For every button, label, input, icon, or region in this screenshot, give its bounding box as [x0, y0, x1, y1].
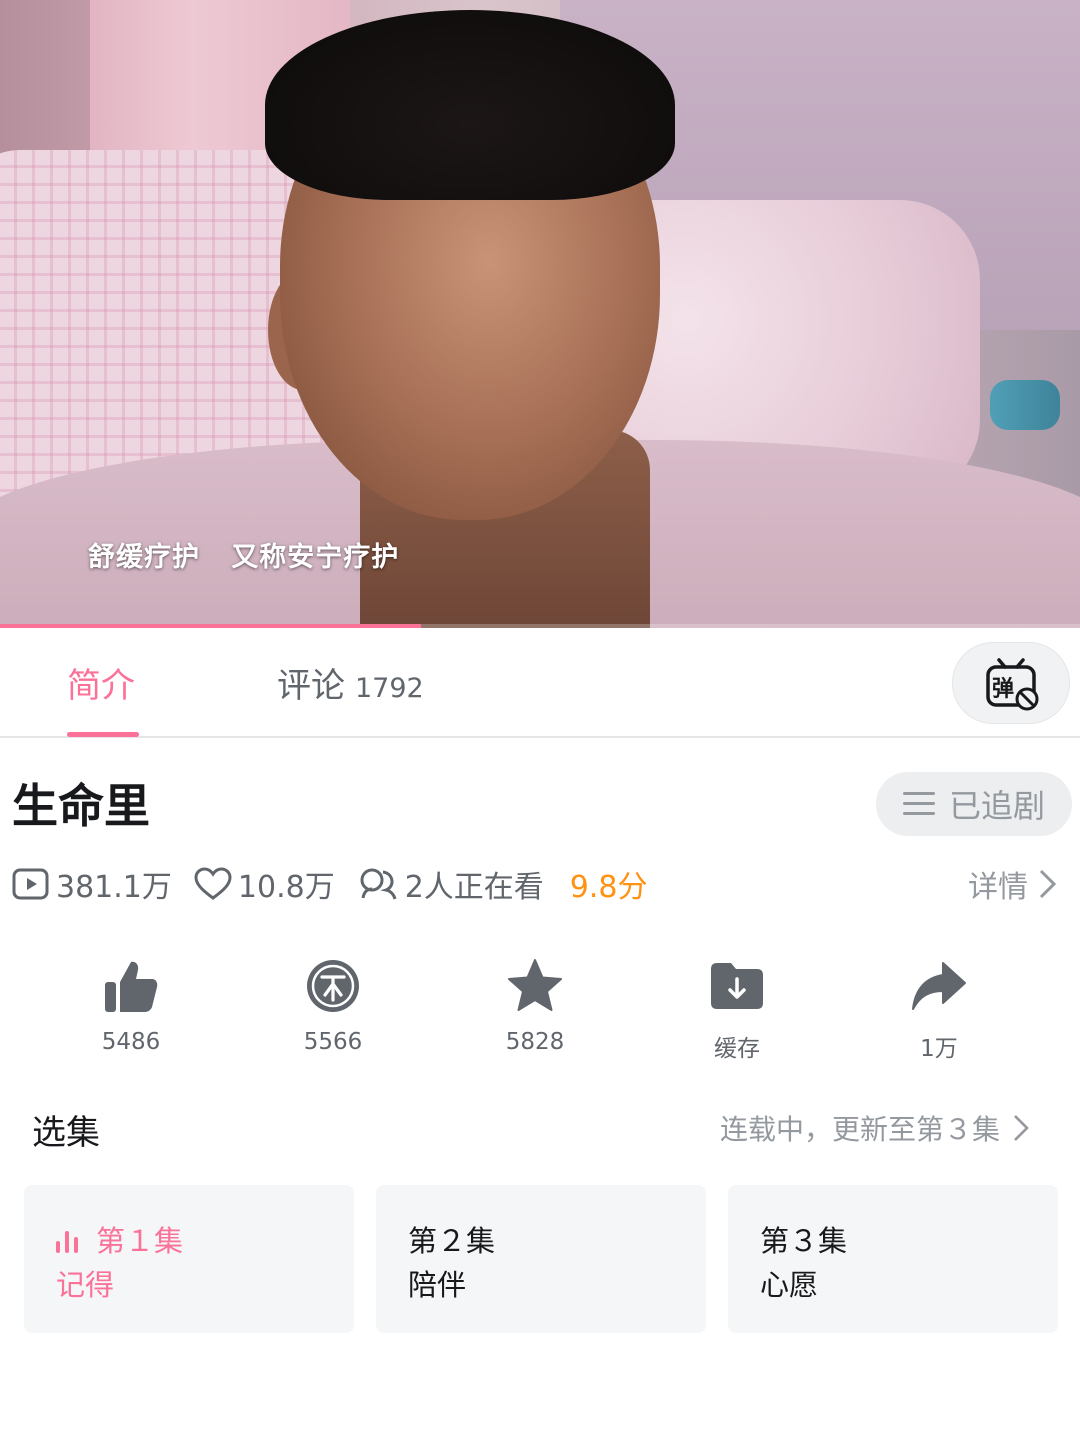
watching-stat: 2人正在看 — [357, 862, 544, 906]
episode-name: 记得 — [56, 1268, 115, 1302]
episode-name: 陪伴 — [408, 1268, 467, 1302]
episode-number: 第１集 — [96, 1224, 184, 1258]
cache-button[interactable]: 缓存 — [636, 955, 838, 1063]
viewers-icon — [360, 868, 397, 900]
episodes-status: 连载中，更新至第３集 — [719, 1113, 1000, 1146]
danmaku-toggle-button[interactable]: 弹 — [952, 642, 1070, 724]
now-playing-icon — [56, 1231, 82, 1253]
episode-number: 第３集 — [760, 1224, 848, 1258]
detail-label: 详情 — [968, 870, 1028, 905]
chevron-right-icon — [1014, 1115, 1029, 1141]
coin-icon — [307, 960, 359, 1012]
play-count-icon — [12, 868, 49, 900]
share-count: 1万 — [920, 1036, 958, 1062]
tab-comments-count: 1792 — [355, 673, 424, 704]
detail-link[interactable]: 详情 — [968, 862, 1058, 906]
follow-series-button[interactable]: 已追剧 — [876, 772, 1072, 836]
download-folder-icon — [711, 963, 763, 1009]
list-icon — [902, 792, 935, 816]
star-icon — [508, 959, 562, 1011]
tab-intro[interactable]: 简介 — [67, 658, 135, 707]
episode-number: 第２集 — [408, 1224, 496, 1258]
thumbs-up-icon — [105, 961, 158, 1012]
follow-series-label: 已追剧 — [948, 787, 1045, 825]
tab-comments[interactable]: 评论 1792 — [277, 658, 424, 707]
video-stats: 381.1万 10.8万 2人正在看 9.8分 — [12, 862, 648, 906]
share-icon — [912, 962, 966, 1010]
coin-button[interactable]: 5566 — [232, 955, 434, 1055]
episodes-status-link[interactable]: 连载中，更新至第３集 — [720, 1108, 1030, 1148]
video-subtitle: 舒缓疗护 又称安宁疗护 — [88, 542, 400, 573]
episodes-heading: 选集 — [32, 1113, 100, 1153]
video-player[interactable]: 舒缓疗护 又称安宁疗护 — [0, 0, 1080, 628]
video-scene-device — [990, 380, 1060, 430]
danmaku-off-icon: 弹 — [986, 658, 1039, 711]
episode-card-1[interactable]: 第１集 记得 — [24, 1185, 354, 1333]
episode-card-2[interactable]: 第２集 陪伴 — [376, 1185, 706, 1333]
views-count: 381.1万 — [56, 870, 172, 905]
favorite-count: 5828 — [505, 1029, 565, 1055]
favorite-button[interactable]: 5828 — [434, 955, 636, 1055]
rating-score: 9.8分 — [569, 870, 648, 905]
watching-count: 2人正在看 — [404, 870, 544, 905]
chevron-right-icon — [1039, 869, 1057, 899]
share-button[interactable]: 1万 — [838, 955, 1040, 1063]
episode-name: 心愿 — [760, 1268, 819, 1302]
tab-comments-label: 评论 — [277, 666, 345, 706]
episode-card-3[interactable]: 第３集 心愿 — [728, 1185, 1058, 1333]
likes-stat: 10.8万 — [194, 862, 335, 906]
views-stat: 381.1万 — [12, 862, 172, 906]
tab-bar: 简介 评论 1792 弹 — [0, 628, 1080, 738]
tab-active-indicator — [67, 732, 139, 737]
likes-count: 10.8万 — [237, 870, 335, 905]
coin-count: 5566 — [303, 1029, 363, 1055]
action-bar: 5486 5566 5828 缓存 1万 — [30, 955, 1040, 1065]
svg-text:弹: 弹 — [992, 677, 1014, 702]
cache-label: 缓存 — [714, 1036, 760, 1062]
like-button[interactable]: 5486 — [30, 955, 232, 1055]
video-scene-person-hair — [265, 10, 675, 200]
heart-icon — [194, 867, 232, 900]
video-title: 生命里 — [12, 779, 150, 833]
like-count: 5486 — [101, 1029, 161, 1055]
